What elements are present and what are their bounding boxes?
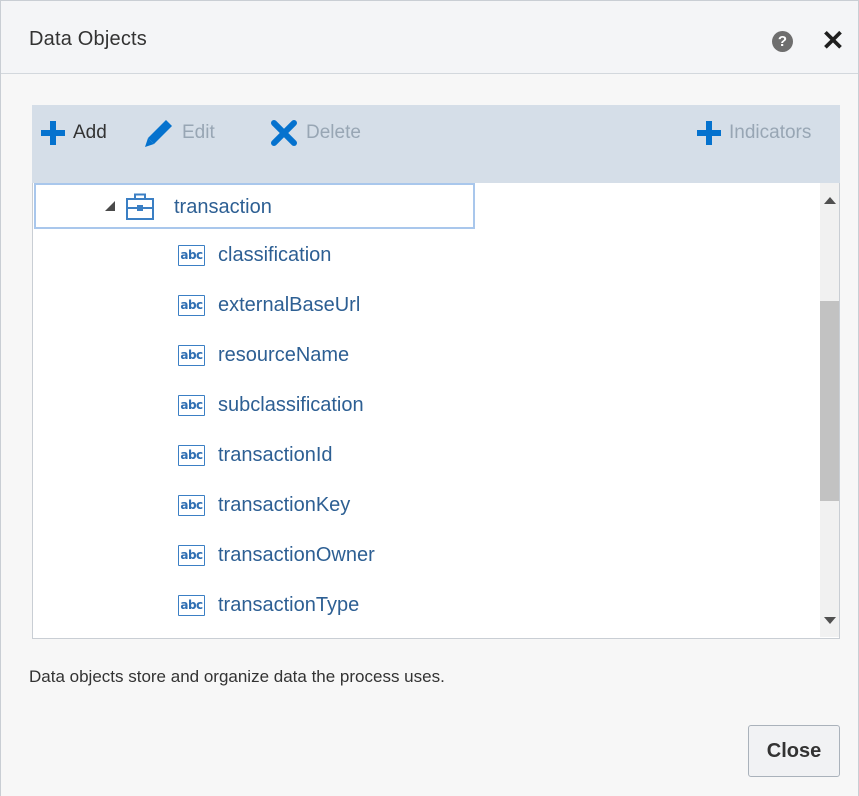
- scrollbar-thumb[interactable]: [820, 301, 839, 501]
- data-objects-tree: transaction abc classification abc exter…: [32, 183, 840, 639]
- close-button[interactable]: Close: [748, 725, 840, 777]
- tree-item-transactionkey[interactable]: abc transactionKey: [178, 490, 350, 520]
- business-object-icon: [126, 193, 154, 220]
- tree-item-label: transactionId: [218, 443, 333, 466]
- add-label: Add: [73, 122, 107, 143]
- text-type-icon: abc: [178, 494, 205, 516]
- toolbar: Add Edit Delete Indicators: [32, 105, 840, 183]
- add-button[interactable]: Add: [41, 105, 107, 161]
- tree-item-transactionid[interactable]: abc transactionId: [178, 440, 333, 470]
- indicators-button[interactable]: Indicators: [697, 105, 811, 161]
- edit-label: Edit: [182, 122, 215, 143]
- expand-triangle-icon[interactable]: [105, 201, 115, 211]
- tree-item-subclassification[interactable]: abc subclassification: [178, 390, 364, 420]
- delete-label: Delete: [306, 122, 361, 143]
- delete-x-icon: [271, 120, 297, 146]
- tree-item-externalbaseurl[interactable]: abc externalBaseUrl: [178, 290, 360, 320]
- tree-item-label: transactionOwner: [218, 543, 375, 566]
- indicators-label: Indicators: [729, 122, 812, 143]
- text-type-icon: abc: [178, 544, 205, 566]
- tree-item-transactionowner[interactable]: abc transactionOwner: [178, 540, 375, 570]
- tree-row-transaction[interactable]: transaction: [34, 183, 475, 229]
- tree-item-label: classification: [218, 243, 332, 266]
- dialog-header: Data Objects ? ✕: [1, 0, 858, 74]
- tree-item-classification[interactable]: abc classification: [178, 240, 331, 270]
- vertical-scrollbar[interactable]: [820, 183, 839, 637]
- plus-icon: [41, 121, 65, 145]
- delete-button[interactable]: Delete: [270, 105, 361, 161]
- tree-item-label: externalBaseUrl: [218, 293, 361, 316]
- help-icon[interactable]: ?: [772, 31, 793, 52]
- dialog-description: Data objects store and organize data the…: [29, 667, 445, 686]
- tree-item-label: resourceName: [218, 343, 350, 366]
- tree-parent-label: transaction: [174, 196, 272, 218]
- text-type-icon: abc: [178, 394, 205, 416]
- text-type-icon: abc: [178, 444, 205, 466]
- tree-item-label: transactionType: [218, 593, 360, 616]
- tree-item-transactiontype[interactable]: abc transactionType: [178, 590, 359, 620]
- dialog-title: Data Objects: [29, 28, 148, 50]
- scroll-up-arrow-icon[interactable]: [824, 197, 836, 204]
- scroll-down-arrow-icon[interactable]: [824, 617, 836, 624]
- data-objects-dialog: Data Objects ? ✕ Add Edit Delete Indicat…: [0, 0, 859, 796]
- close-icon[interactable]: ✕: [821, 27, 845, 55]
- text-type-icon: abc: [178, 594, 205, 616]
- text-type-icon: abc: [178, 344, 205, 366]
- plus-icon: [697, 121, 721, 145]
- text-type-icon: abc: [178, 294, 205, 316]
- edit-button[interactable]: Edit: [144, 105, 215, 161]
- tree-item-label: subclassification: [218, 393, 364, 416]
- tree-item-label: transactionKey: [218, 493, 351, 516]
- text-type-icon: abc: [178, 244, 205, 266]
- tree-item-resourcename[interactable]: abc resourceName: [178, 340, 349, 370]
- pencil-icon: [145, 120, 172, 147]
